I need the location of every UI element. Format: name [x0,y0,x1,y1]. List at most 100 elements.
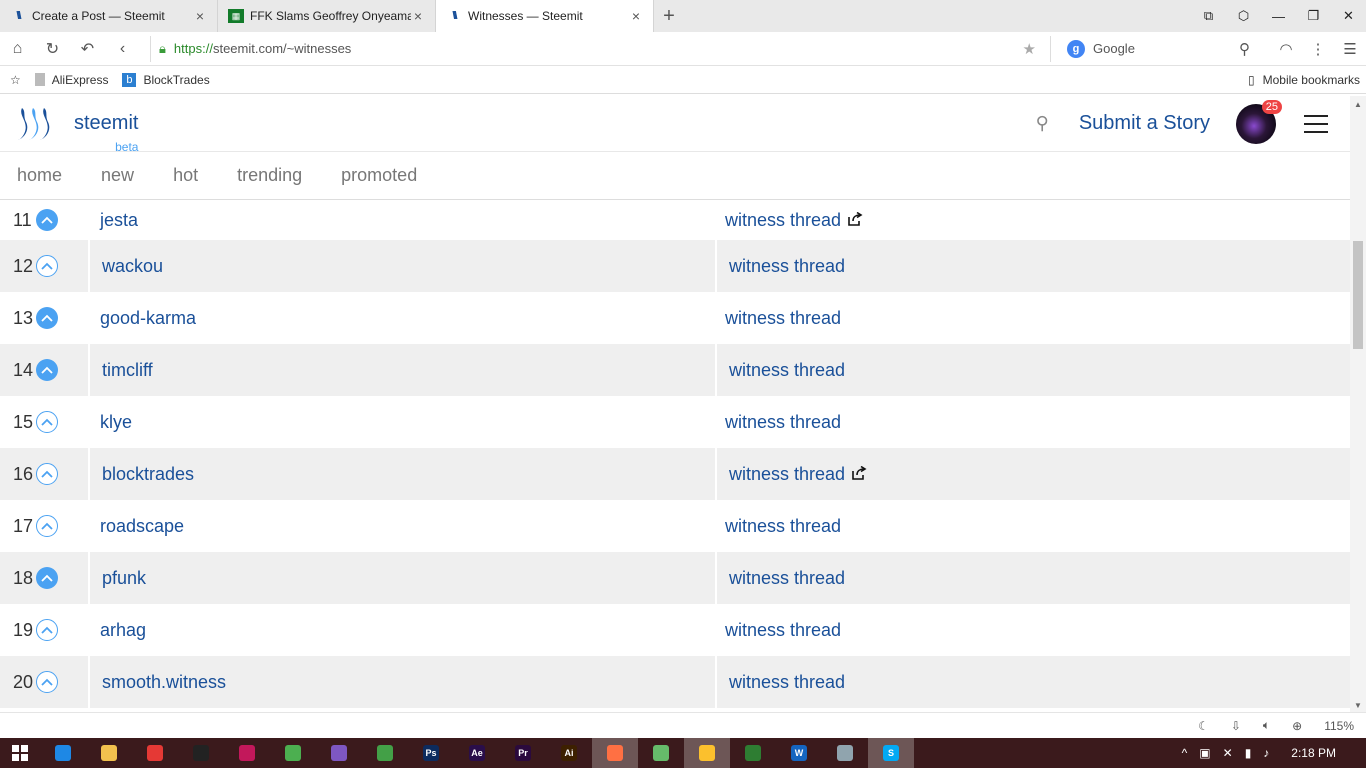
taskbar-app-word[interactable]: W [776,738,822,768]
taskbar-app-notepad[interactable] [822,738,868,768]
witness-thread-link[interactable]: witness thread [729,464,845,485]
wifi-icon[interactable]: ◠ [1270,40,1302,58]
tab-overview-icon[interactable]: ⧉ [1191,8,1226,24]
taskbar-app-media-app[interactable] [178,738,224,768]
witness-thread-link[interactable]: witness thread [729,568,845,589]
nav-promoted[interactable]: promoted [341,165,417,186]
nav-hot[interactable]: hot [173,165,198,186]
witness-thread-link[interactable]: witness thread [729,360,845,381]
search-icon[interactable]: ⚲ [1239,40,1250,58]
witness-name-link[interactable]: blocktrades [90,448,715,500]
taskbar-app-itunes[interactable] [224,738,270,768]
taskbar-app-uc-browser[interactable] [592,738,638,768]
new-tab-button[interactable]: + [654,0,684,32]
maximize-button[interactable]: ❐ [1296,8,1331,24]
witness-name-link[interactable]: arhag [88,604,713,656]
nav-home[interactable]: home [17,165,62,186]
upvote-icon[interactable] [36,567,58,589]
start-button[interactable] [0,738,40,768]
witness-name-link[interactable]: timcliff [90,344,715,396]
zoom-level[interactable]: 115% [1324,719,1354,733]
taskbar-app-after-effects[interactable]: Ae [454,738,500,768]
show-hidden-icons[interactable]: ^ [1182,746,1188,760]
more-menu-icon[interactable]: ⋮ [1302,40,1334,58]
taskbar-app-file-explorer[interactable] [86,738,132,768]
close-tab-icon[interactable]: × [193,8,207,24]
upvote-icon[interactable] [36,255,58,277]
search-engine-box[interactable]: g Google ⚲ [1050,35,1250,62]
witness-thread-link[interactable]: witness thread [725,412,841,433]
witness-name-link[interactable]: pfunk [90,552,715,604]
steemit-logo-icon[interactable] [16,104,56,144]
witness-name-link[interactable]: jesta [88,200,713,240]
witness-name-link[interactable]: smooth.witness [90,656,715,708]
search-icon[interactable]: ⚲ [1036,113,1049,134]
close-tab-icon[interactable]: × [629,8,643,24]
network-off-icon[interactable]: ✕ [1223,746,1233,760]
reload-icon[interactable]: ↻ [35,39,70,59]
tab-create-post[interactable]: \\\ Create a Post — Steemit × [0,0,218,32]
upvote-icon[interactable] [36,307,58,329]
volume-icon[interactable]: 🔈︎ [1263,718,1270,733]
brand[interactable]: steemit beta [74,104,138,154]
tab-witnesses[interactable]: \\\ Witnesses — Steemit × [436,0,654,32]
taskbar-app-chrome[interactable] [270,738,316,768]
witness-thread-link[interactable]: witness thread [729,672,845,693]
menu-icon[interactable]: ☰ [1334,40,1366,58]
witness-thread-link[interactable]: witness thread [725,210,841,231]
scroll-up-icon[interactable]: ▲ [1354,100,1362,109]
taskbar-app-globe-app[interactable] [638,738,684,768]
night-mode-icon[interactable]: ☾ [1198,719,1209,733]
witness-name-link[interactable]: good-karma [88,292,713,344]
bookmark-star-icon[interactable]: ★ [1023,40,1036,58]
minimize-button[interactable]: — [1261,9,1296,24]
taskbar-app-target-app[interactable] [132,738,178,768]
upvote-icon[interactable] [36,209,58,231]
battery-icon[interactable]: ▮ [1245,746,1252,760]
hamburger-menu-icon[interactable] [1304,109,1328,139]
witness-name-link[interactable]: roadscape [88,500,713,552]
taskbar-app-edge[interactable] [40,738,86,768]
upvote-icon[interactable] [36,463,58,485]
nav-trending[interactable]: trending [237,165,302,186]
back-icon[interactable]: ‹ [105,40,140,58]
home-icon[interactable]: ⌂ [0,40,35,58]
taskbar-app-uc-app[interactable] [684,738,730,768]
taskbar-app-utorrent[interactable] [362,738,408,768]
nav-new[interactable]: new [101,165,134,186]
taskbar-app-photoshop[interactable]: Ps [408,738,454,768]
network-app-icon[interactable]: ▣ [1199,746,1210,760]
witness-thread-link[interactable]: witness thread [729,256,845,277]
taskbar-app-skype[interactable]: S [868,738,914,768]
taskbar-app-premiere[interactable]: Pr [500,738,546,768]
taskbar-app-image-viewer[interactable] [316,738,362,768]
bookmarks-star-icon[interactable]: ☆ [10,73,21,87]
undo-icon[interactable]: ↶ [70,39,105,59]
speaker-icon[interactable]: ♪ [1263,746,1269,760]
witness-thread-link[interactable]: witness thread [725,516,841,537]
upvote-icon[interactable] [36,359,58,381]
clock[interactable]: 2:18 PM [1291,746,1336,760]
close-tab-icon[interactable]: × [411,8,425,24]
upvote-icon[interactable] [36,619,58,641]
bookmark-aliexpress[interactable]: AliExpress [34,73,108,87]
bookmark-blocktrades[interactable]: b BlockTrades [122,72,210,87]
upvote-icon[interactable] [36,515,58,537]
witness-thread-link[interactable]: witness thread [725,620,841,641]
upvote-icon[interactable] [36,671,58,693]
vertical-scrollbar[interactable]: ▲ ▼ [1350,96,1366,712]
close-window-button[interactable]: ✕ [1331,8,1366,24]
download-icon[interactable]: ⇩ [1231,719,1241,733]
scroll-down-icon[interactable]: ▼ [1354,701,1362,710]
avatar[interactable]: 25 [1236,99,1282,144]
external-link-icon[interactable] [847,210,863,231]
taskbar-app-illustrator[interactable]: Ai [546,738,592,768]
submit-story-link[interactable]: Submit a Story [1079,112,1210,135]
scrollbar-thumb[interactable] [1353,241,1363,349]
mobile-bookmarks[interactable]: ▯ Mobile bookmarks [1248,73,1360,87]
upvote-icon[interactable] [36,411,58,433]
zoom-icon[interactable]: ⊕ [1292,719,1302,733]
external-link-icon[interactable] [851,464,867,485]
witness-name-link[interactable]: klye [88,396,713,448]
witness-thread-link[interactable]: witness thread [725,308,841,329]
